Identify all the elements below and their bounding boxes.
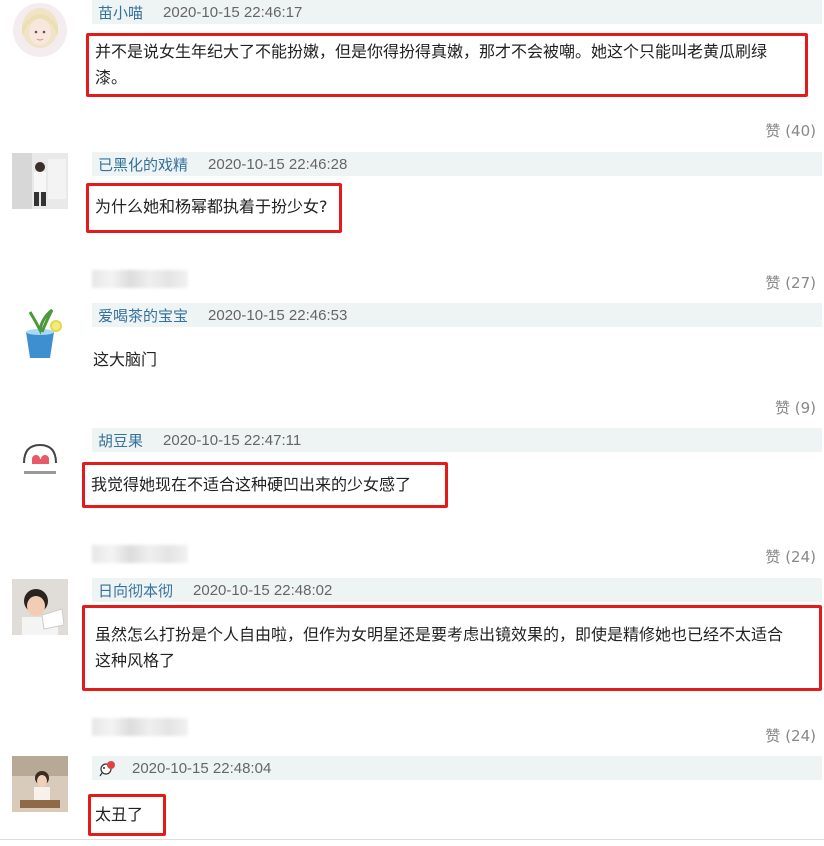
avatar[interactable] xyxy=(12,756,68,812)
comment-line: 太丑了 xyxy=(95,805,144,824)
like-label: 赞 xyxy=(765,274,781,292)
username[interactable]: 爱喝茶的宝宝 xyxy=(98,305,188,326)
comment-text: 这大脑门 xyxy=(93,347,157,373)
like-count: (40) xyxy=(785,122,816,140)
comment-line: 这种风格了 xyxy=(95,651,176,670)
comment-line: 这大脑门 xyxy=(93,350,158,369)
comment-meta: 2020-10-15 22:48:04 xyxy=(92,756,822,780)
comment-text: 太丑了 xyxy=(88,794,166,836)
like-count: (24) xyxy=(785,548,816,566)
username[interactable]: 已黑化的戏精 xyxy=(98,154,188,175)
comment-meta: 苗小喵 2020-10-15 22:46:17 xyxy=(92,0,822,24)
blurred-username xyxy=(92,718,188,736)
like-label: 赞 xyxy=(765,548,781,566)
avatar[interactable] xyxy=(12,579,68,635)
comment-meta: 已黑化的戏精 2020-10-15 22:46:28 xyxy=(92,152,822,176)
like-count: (24) xyxy=(785,727,816,745)
avatar[interactable] xyxy=(12,153,68,209)
like-button[interactable]: 赞 (9) xyxy=(775,397,816,418)
comment-text: 虽然怎么打扮是个人自由啦，但作为女明星还是要考虑出镜效果的，即使是精修她也已经不… xyxy=(82,605,822,691)
comment-text: 我觉得她现在不适合这种硬凹出来的少女感了 xyxy=(82,462,448,508)
dog-icon[interactable] xyxy=(98,759,118,777)
like-count: (27) xyxy=(785,274,816,292)
timestamp: 2020-10-15 22:46:53 xyxy=(208,306,348,324)
comment-meta: 日向彻本彻 2020-10-15 22:48:02 xyxy=(92,578,822,602)
like-label: 赞 xyxy=(774,399,790,417)
like-button[interactable]: 赞 (24) xyxy=(765,725,816,746)
blurred-username xyxy=(92,545,188,563)
divider xyxy=(0,839,824,840)
like-button[interactable]: 赞 (27) xyxy=(765,272,816,293)
avatar[interactable] xyxy=(12,2,68,58)
comment-line: 并不是说女生年纪大了不能扮嫩，但是你得扮得真嫩，那才不会被嘲。她这个只能叫老黄瓜… xyxy=(95,42,768,61)
timestamp: 2020-10-15 22:48:04 xyxy=(132,759,272,777)
comment-text: 并不是说女生年纪大了不能扮嫩，但是你得扮得真嫩，那才不会被嘲。她这个只能叫老黄瓜… xyxy=(86,33,808,97)
comment-meta: 胡豆果 2020-10-15 22:47:11 xyxy=(92,428,822,452)
like-label: 赞 xyxy=(765,122,781,140)
blurred-username xyxy=(92,270,188,288)
comment-line: 漆。 xyxy=(95,68,128,87)
comment-line: 虽然怎么打扮是个人自由啦，但作为女明星还是要考虑出镜效果的，即使是精修她也已经不… xyxy=(95,625,784,644)
timestamp: 2020-10-15 22:46:28 xyxy=(208,155,348,173)
timestamp: 2020-10-15 22:48:02 xyxy=(193,581,333,599)
avatar[interactable] xyxy=(12,429,68,485)
username[interactable]: 胡豆果 xyxy=(98,430,143,451)
comment-meta: 爱喝茶的宝宝 2020-10-15 22:46:53 xyxy=(92,303,822,327)
like-label: 赞 xyxy=(765,727,781,745)
like-button[interactable]: 赞 (24) xyxy=(765,546,816,567)
timestamp: 2020-10-15 22:47:11 xyxy=(163,431,302,449)
comment-text: 为什么她和杨幂都执着于扮少女? xyxy=(86,183,342,233)
username[interactable]: 苗小喵 xyxy=(98,2,143,23)
like-count: (9) xyxy=(794,399,816,417)
comment-line: 我觉得她现在不适合这种硬凹出来的少女感了 xyxy=(91,475,412,494)
timestamp: 2020-10-15 22:46:17 xyxy=(163,3,303,21)
username[interactable]: 日向彻本彻 xyxy=(98,580,173,601)
avatar[interactable] xyxy=(12,304,68,360)
comment-line: 为什么她和杨幂都执着于扮少女? xyxy=(95,197,328,216)
like-button[interactable]: 赞 (40) xyxy=(765,120,816,141)
